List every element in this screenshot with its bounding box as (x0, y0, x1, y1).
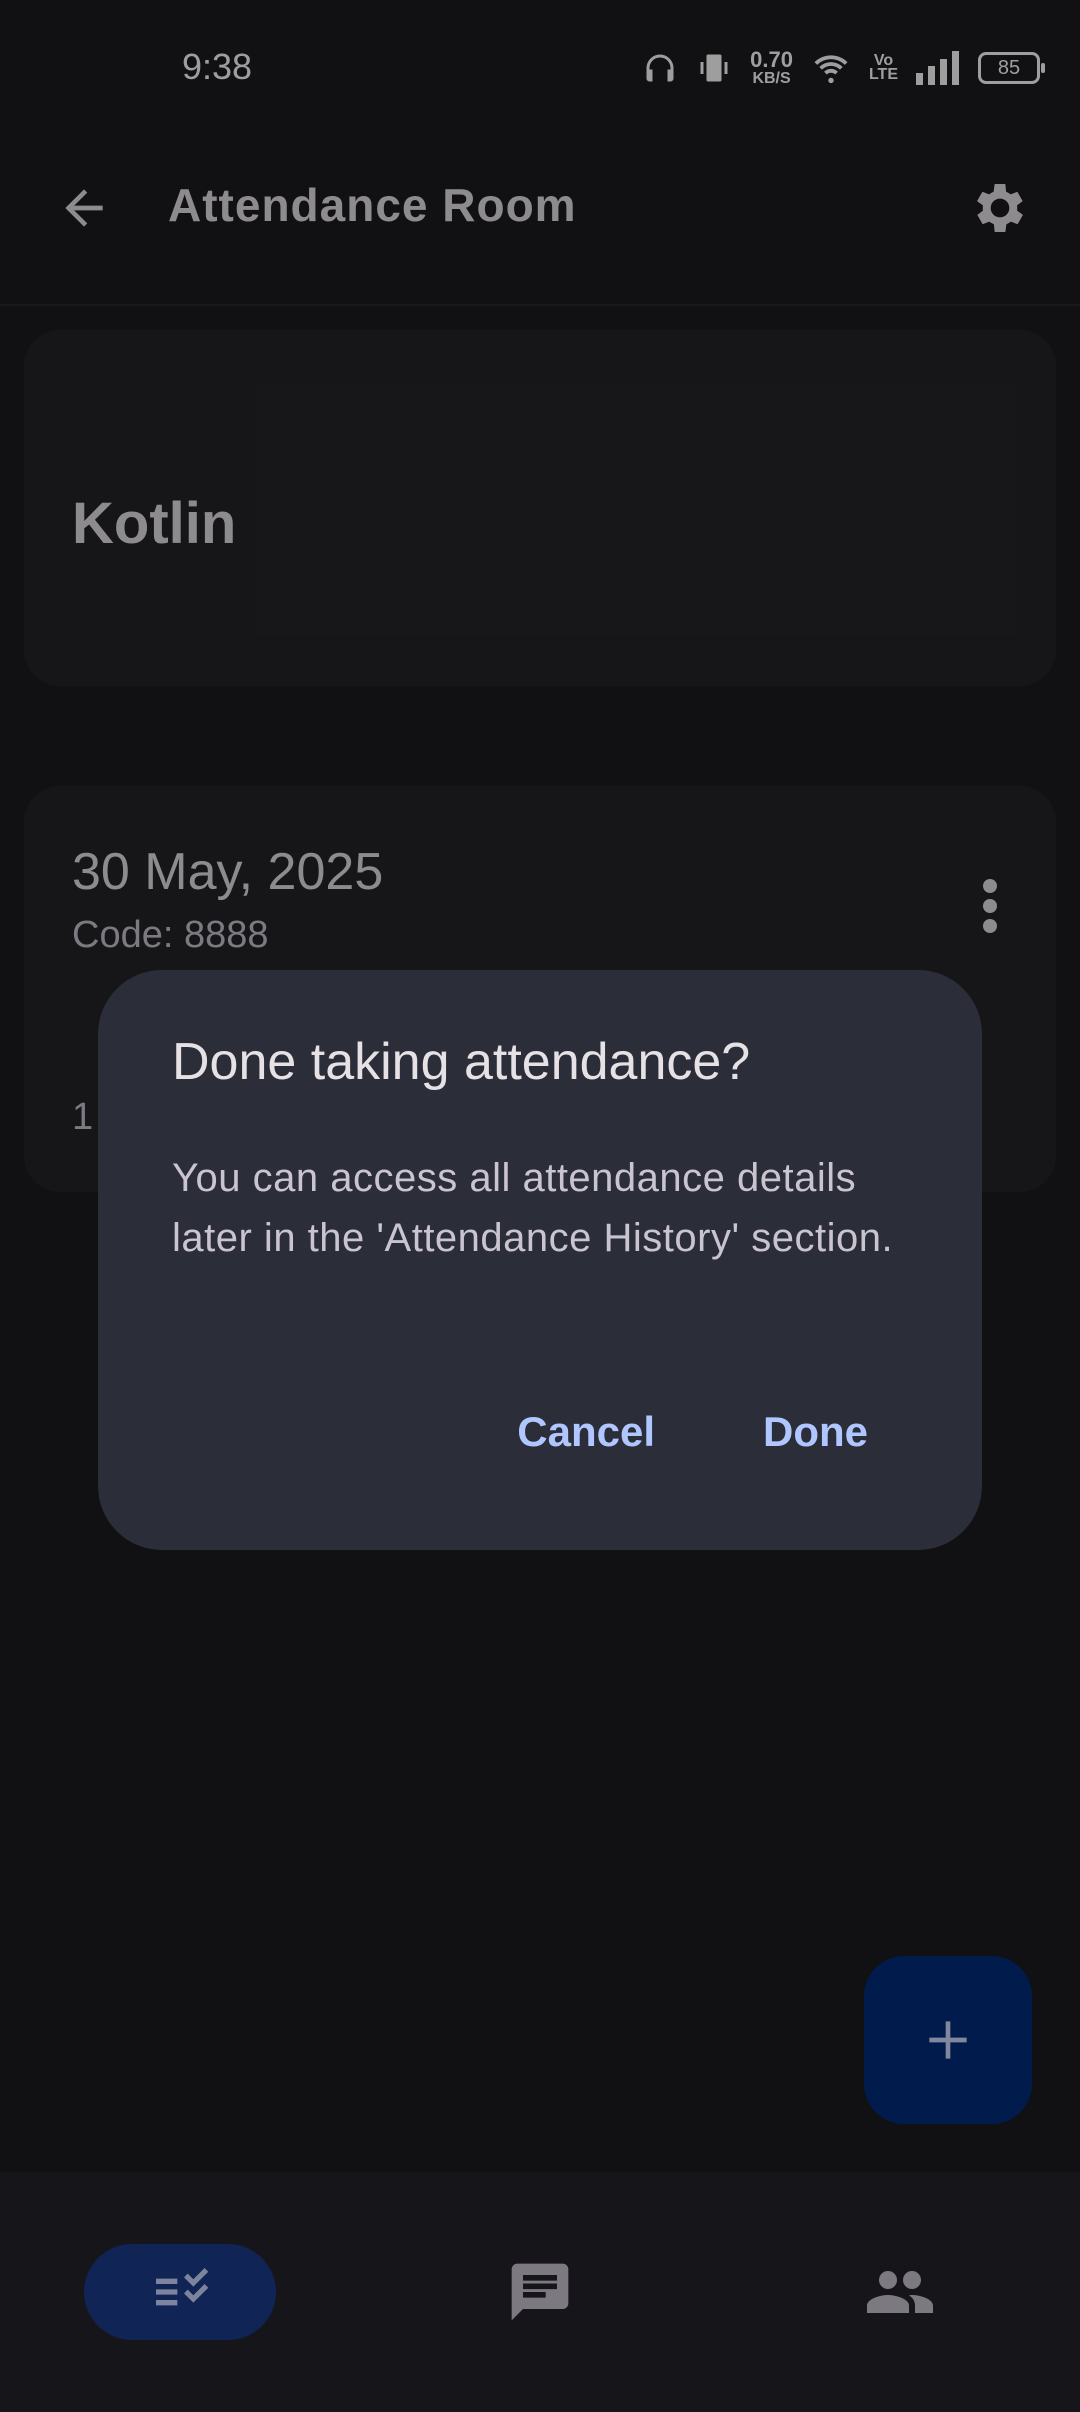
confirm-dialog: Done taking attendance? You can access a… (98, 970, 982, 1550)
dialog-message: You can access all attendance details la… (172, 1156, 894, 1260)
dialog-actions: Cancel Done (517, 1408, 868, 1456)
dialog-title: Done taking attendance? (172, 1033, 751, 1091)
done-button[interactable]: Done (763, 1408, 868, 1456)
cancel-button[interactable]: Cancel (517, 1408, 655, 1456)
